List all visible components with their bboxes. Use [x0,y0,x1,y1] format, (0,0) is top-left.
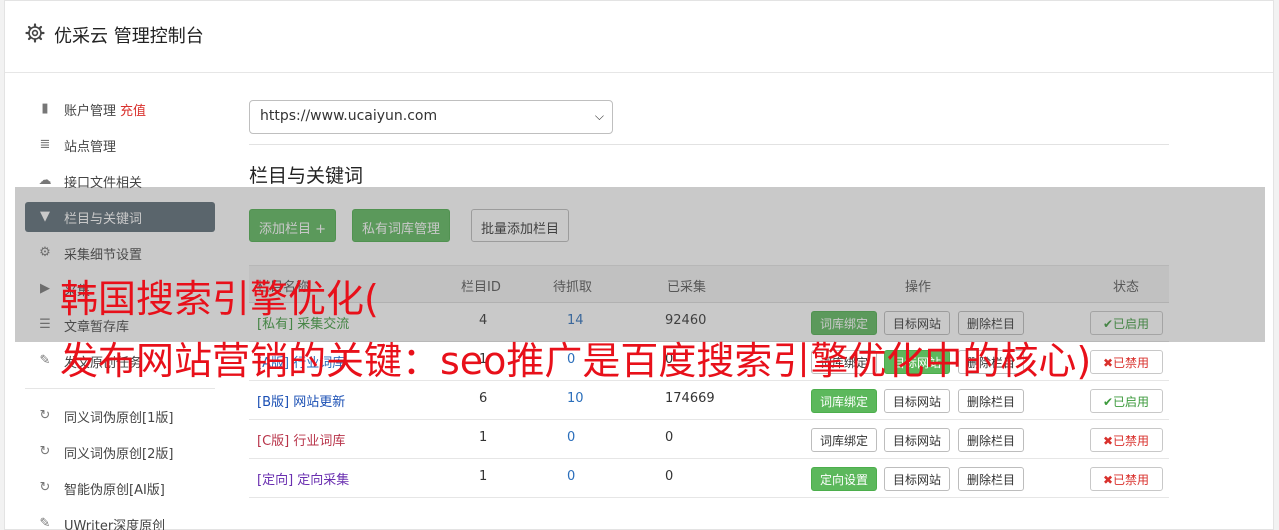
column-name-link[interactable]: [B版] 网站更新 [257,391,345,410]
table-row: [C版] 行业词库 1 0 0 词库绑定 目标网站 删除栏目 ✖已禁用 [249,420,1169,459]
status-toggle[interactable]: ✔已启用 [1090,389,1163,413]
refresh-icon: ↻ [39,408,51,423]
status-toggle[interactable]: ✖已禁用 [1090,350,1163,374]
chevron-down-icon: ⌵ [594,109,604,123]
site-select-value: https://www.ucaiyun.com [260,108,438,124]
bar-chart-icon: ▮ [41,101,49,116]
column-name-link[interactable]: [定向] 定向采集 [257,469,349,488]
sidebar-item-label: 同义词伪原创[1版] [64,411,174,426]
divider [249,144,1169,145]
sidebar-item-label: 同义词伪原创[2版] [64,447,174,462]
target-site-button[interactable]: 目标网站 [884,467,951,491]
table-row: [定向] 定向采集 1 0 0 定向设置 目标网站 删除栏目 ✖已禁用 [249,459,1169,498]
target-site-button[interactable]: 目标网站 [884,428,951,452]
sidebar-item[interactable]: ✎ UWriter深度原创 [25,509,215,530]
server-icon: ≣ [39,137,51,152]
section-title: 栏目与关键词 [249,165,364,187]
page-title: 优采云 管理控制台 [54,26,204,47]
gear-icon [25,23,45,43]
sidebar-item-label: UWriter深度原创 [64,519,166,530]
sidebar-item-label: 账户管理 充值 [64,104,147,119]
sidebar-divider [25,388,215,389]
edit-icon: ✎ [39,516,51,530]
bind-lexicon-button[interactable]: 词库绑定 [811,389,878,413]
sidebar-item[interactable]: ↻ 同义词伪原创[1版] [25,401,215,431]
sidebar-item-label: 站点管理 [64,140,117,155]
table-row: [B版] 网站更新 6 10 174669 词库绑定 目标网站 删除栏目 ✔已启用 [249,381,1169,420]
column-id: 6 [479,391,488,406]
refresh-icon: ↻ [39,480,51,495]
status-toggle[interactable]: ✖已禁用 [1090,428,1163,452]
pending-count[interactable]: 0 [567,469,575,484]
header: 优采云 管理控制台 [5,1,1273,73]
sidebar-item[interactable]: ↻ 智能伪原创[AI版] [25,473,215,503]
sidebar-item[interactable]: ▮ 账户管理 充值 [25,94,215,124]
collected-count: 0 [665,430,674,445]
site-select[interactable]: https://www.ucaiyun.com ⌵ [249,100,613,134]
delete-column-button[interactable]: 删除栏目 [958,467,1025,491]
sidebar-item[interactable]: ≣ 站点管理 [25,130,215,160]
overlay-title-line2: 发布网站营销的关键：seo推广是百度搜索引擎优化中的核心) [60,339,1092,383]
recharge-link[interactable]: 充值 [120,104,146,119]
delete-column-button[interactable]: 删除栏目 [958,428,1025,452]
sidebar-item-label: 智能伪原创[AI版] [64,483,165,498]
bind-lexicon-button[interactable]: 词库绑定 [811,428,878,452]
column-id: 1 [479,469,488,484]
column-name-link[interactable]: [C版] 行业词库 [257,430,345,449]
status-toggle[interactable]: ✖已禁用 [1090,467,1163,491]
delete-column-button[interactable]: 删除栏目 [958,389,1025,413]
overlay-title-line1: 韩国搜索引擎优化( [60,277,379,321]
pending-count[interactable]: 0 [567,430,575,445]
target-site-button[interactable]: 目标网站 [884,389,951,413]
refresh-icon: ↻ [39,444,51,459]
collected-count: 174669 [665,391,715,406]
edit-icon: ✎ [39,353,51,368]
bind-lexicon-button[interactable]: 定向设置 [811,467,878,491]
column-id: 1 [479,430,488,445]
sidebar-item[interactable]: ↻ 同义词伪原创[2版] [25,437,215,467]
pending-count[interactable]: 10 [567,391,584,406]
collected-count: 0 [665,469,674,484]
